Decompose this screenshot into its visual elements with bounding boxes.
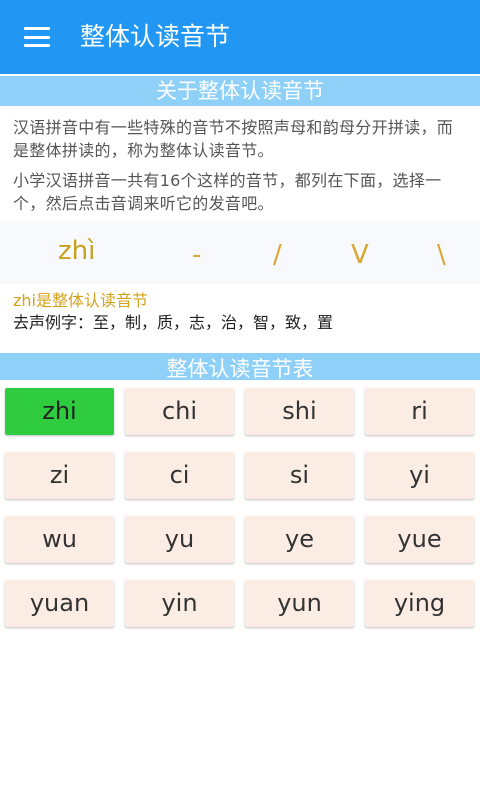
syllable-button-yu[interactable]: yu — [125, 516, 234, 563]
syllable-button-yi[interactable]: yi — [365, 452, 474, 499]
syllable-button-chi[interactable]: chi — [125, 388, 234, 435]
page-title: 整体认读音节 — [80, 22, 231, 51]
about-paragraph-1: 汉语拼音中有一些特殊的音节不按照声母和韵母分开拼读，而是整体拼读的，称为整体认读… — [13, 118, 454, 160]
syllable-button-yin[interactable]: yin — [125, 580, 234, 627]
about-paragraph-2: 小学汉语拼音一共有16个这样的音节，都列在下面，选择一个，然后点击音调来听它的发… — [13, 171, 442, 213]
hamburger-menu-icon[interactable] — [24, 27, 50, 47]
syllable-button-ci[interactable]: ci — [125, 452, 234, 499]
syllable-button-ye[interactable]: ye — [245, 516, 354, 563]
tone-1-button[interactable]: - — [192, 238, 201, 272]
syllable-button-yuan[interactable]: yuan — [5, 580, 114, 627]
syllable-button-yun[interactable]: yun — [245, 580, 354, 627]
syllable-button-shi[interactable]: shi — [245, 388, 354, 435]
syllable-button-ri[interactable]: ri — [365, 388, 474, 435]
syllable-button-wu[interactable]: wu — [5, 516, 114, 563]
tone-2-button[interactable]: / — [273, 238, 282, 272]
about-section-header: 关于整体认读音节 — [0, 76, 480, 106]
syllable-button-zi[interactable]: zi — [5, 452, 114, 499]
syllable-button-yue[interactable]: yue — [365, 516, 474, 563]
tone-3-button[interactable]: V — [351, 238, 369, 272]
tone-display-text: zhì — [58, 236, 96, 266]
syllable-button-zhi[interactable]: zhi — [5, 388, 114, 435]
app-bar: 整体认读音节 — [0, 0, 480, 74]
tone-4-button[interactable]: \ — [437, 238, 446, 272]
tone-display-syllable: zhì — [58, 234, 95, 268]
syllable-button-si[interactable]: si — [245, 452, 354, 499]
syllable-table-header: 整体认读音节表 — [0, 353, 480, 380]
syllable-info-title: zhi是整体认读音节 — [13, 291, 148, 310]
syllable-button-ying[interactable]: ying — [365, 580, 474, 627]
example-characters: 去声例字：至，制，质，志，治，智，致，置 — [13, 313, 334, 332]
